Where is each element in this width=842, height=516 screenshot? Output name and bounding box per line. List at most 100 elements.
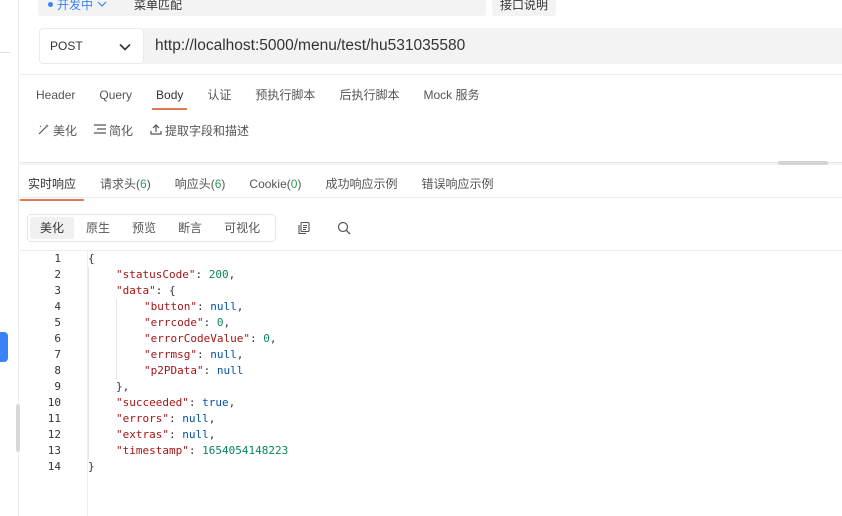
json-value: null: [182, 428, 209, 441]
json-punct: :: [249, 332, 264, 345]
json-key: "button": [144, 300, 197, 313]
view-mode-raw[interactable]: 原生: [76, 217, 120, 239]
code-line: 14}: [20, 459, 842, 475]
view-mode-switcher: 美化 原生 预览 断言 可视化: [27, 214, 276, 242]
resize-handle[interactable]: [778, 161, 828, 165]
code-line: 10 "succeeded": true,: [20, 395, 842, 411]
line-number: 10: [47, 396, 61, 409]
json-key: "statusCode": [116, 268, 196, 281]
tab-success-example[interactable]: 成功响应示例: [325, 176, 397, 196]
code-line: 5 "errcode": 0,: [20, 315, 842, 331]
code-content: "errcode": 0,: [144, 315, 230, 331]
code-content: "button": null,: [144, 299, 243, 315]
url-input[interactable]: http://localhost:5000/menu/test/hu531035…: [155, 37, 465, 55]
api-name-input[interactable]: 菜单匹配: [124, 0, 486, 16]
json-key: "data": [116, 284, 156, 297]
tab-realtime-response[interactable]: 实时响应: [19, 176, 85, 201]
line-number: 14: [47, 460, 61, 473]
json-punct: :: [168, 412, 183, 425]
line-number: 6: [54, 332, 61, 345]
copy-icon[interactable]: [296, 220, 312, 236]
line-number: 13: [47, 444, 61, 457]
tab-pre-script[interactable]: 预执行脚本: [255, 86, 315, 106]
status-select[interactable]: 开发中: [38, 0, 138, 16]
extract-fields-button[interactable]: 提取字段和描述: [149, 122, 249, 139]
json-punct: ,: [269, 332, 277, 345]
view-mode-assert[interactable]: 断言: [168, 217, 212, 239]
json-key: "errors": [116, 412, 169, 425]
json-punct: :: [203, 316, 217, 329]
json-key: "extras": [116, 428, 169, 441]
indent-guide: [88, 267, 89, 459]
json-punct: :: [196, 348, 211, 361]
code-line: 9},: [20, 379, 842, 395]
code-line: 6 "errorCodeValue": 0,: [20, 331, 842, 347]
json-key: "errcode": [144, 316, 204, 329]
json-key: "p2PData": [144, 364, 204, 377]
code-line: 11 "errors": null,: [20, 411, 842, 427]
json-punct: :: [196, 300, 211, 313]
code-content: "extras": null,: [116, 427, 215, 443]
tab-body[interactable]: Body: [151, 86, 188, 110]
json-value: 0: [263, 332, 270, 345]
response-tabs: 实时响应 请求头(6) 响应头(6) Cookie(0) 成功响应示例 错误响应…: [19, 176, 518, 201]
code-line: 8 "p2PData": null: [20, 363, 842, 379]
json-punct: ,: [228, 268, 236, 281]
tab-response-headers[interactable]: 响应头(6): [175, 176, 226, 196]
code-content: "errors": null,: [116, 411, 215, 427]
code-content: "errorCodeValue": 0,: [144, 331, 276, 347]
json-key: "errmsg": [144, 348, 197, 361]
magic-wand-icon: [37, 123, 53, 138]
json-value: 1654054148223: [202, 444, 289, 457]
request-tabs: Header Query Body 认证 预执行脚本 后执行脚本 Mock 服务: [36, 86, 503, 110]
search-icon[interactable]: [336, 220, 352, 236]
view-mode-visualize[interactable]: 可视化: [214, 217, 270, 239]
code-line: 13 "timestamp": 1654054148223: [20, 443, 842, 459]
json-value: true: [202, 396, 229, 409]
code-content: "succeeded": true,: [116, 395, 235, 411]
tab-cookie[interactable]: Cookie(0): [249, 176, 301, 196]
code-content: {: [88, 251, 95, 267]
tab-error-example[interactable]: 错误响应示例: [421, 176, 493, 196]
extract-fields-label: 提取字段和描述: [165, 124, 250, 138]
divider: [20, 74, 842, 75]
status-dot-icon: [48, 1, 53, 7]
json-punct: :: [168, 428, 183, 441]
response-code-viewer[interactable]: 1{2 "statusCode": 200, 3 "data": {4 "button"…: [20, 250, 842, 516]
json-punct: :: [188, 444, 203, 457]
json-punct: ,: [236, 300, 244, 313]
tab-label: 请求头: [100, 177, 137, 191]
indent-guide: [116, 299, 117, 379]
code-content: },: [116, 379, 129, 395]
tab-auth[interactable]: 认证: [207, 86, 231, 106]
tab-header[interactable]: Header: [36, 86, 75, 106]
code-content: }: [88, 459, 95, 475]
tab-request-headers[interactable]: 请求头(6): [100, 176, 151, 196]
json-punct: :: [195, 268, 209, 281]
method-select[interactable]: POST: [39, 28, 144, 64]
code-line: 3 "data": {: [20, 283, 842, 299]
simplify-button[interactable]: 简化: [93, 122, 133, 139]
tab-mock[interactable]: Mock 服务: [423, 86, 479, 106]
json-value: 200: [208, 268, 229, 281]
json-key: "timestamp": [116, 444, 189, 457]
code-line: 4 "button": null,: [20, 299, 842, 315]
api-header-row: 开发中 菜单匹配 接口说明: [20, 0, 842, 18]
code-content: "data": {: [116, 283, 176, 299]
tab-label: Cookie: [249, 177, 287, 191]
tab-post-script[interactable]: 后执行脚本: [339, 86, 399, 106]
api-doc-button[interactable]: 接口说明: [492, 0, 556, 16]
panel-resizer[interactable]: [20, 162, 842, 165]
beautify-button[interactable]: 美化: [37, 122, 77, 139]
sidebar-collapse-tab[interactable]: [0, 332, 8, 362]
tab-label: 响应头: [174, 177, 211, 191]
view-mode-beautify[interactable]: 美化: [30, 217, 75, 239]
code-line: 12 "extras": null,: [20, 427, 842, 443]
json-punct: }: [88, 460, 95, 473]
upload-icon: [149, 123, 165, 138]
url-bar: POST http://localhost:5000/menu/test/hu5…: [39, 28, 842, 64]
view-mode-preview[interactable]: 预览: [122, 217, 166, 239]
json-value: null: [216, 364, 244, 377]
json-punct: ,: [236, 348, 244, 361]
tab-query[interactable]: Query: [99, 86, 132, 106]
